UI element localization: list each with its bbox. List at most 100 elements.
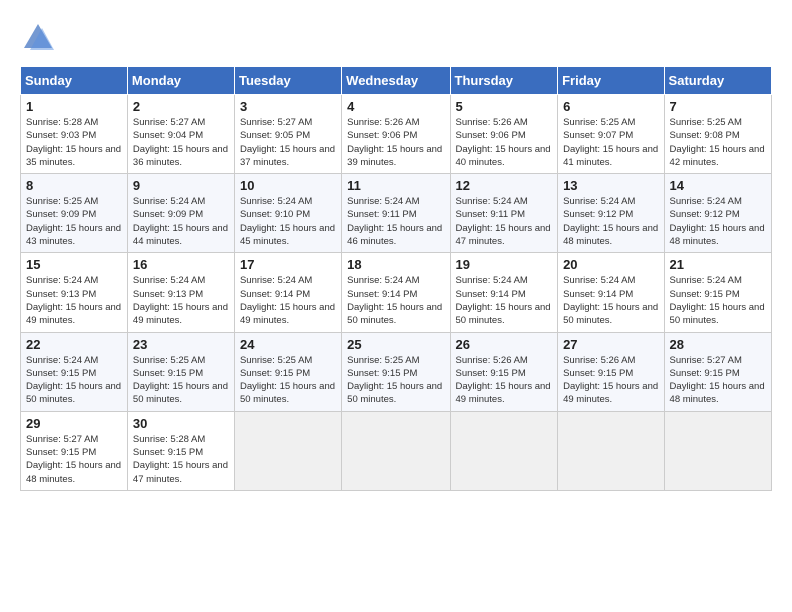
header-tuesday: Tuesday xyxy=(234,67,341,95)
day-number: 27 xyxy=(563,337,658,352)
calendar-week-3: 15 Sunrise: 5:24 AM Sunset: 9:13 PM Dayl… xyxy=(21,253,772,332)
header-thursday: Thursday xyxy=(450,67,558,95)
calendar-cell: 29 Sunrise: 5:27 AM Sunset: 9:15 PM Dayl… xyxy=(21,411,128,490)
day-number: 14 xyxy=(670,178,766,193)
calendar-cell: 23 Sunrise: 5:25 AM Sunset: 9:15 PM Dayl… xyxy=(127,332,234,411)
day-number: 1 xyxy=(26,99,122,114)
calendar-cell: 15 Sunrise: 5:24 AM Sunset: 9:13 PM Dayl… xyxy=(21,253,128,332)
day-number: 2 xyxy=(133,99,229,114)
calendar-cell: 25 Sunrise: 5:25 AM Sunset: 9:15 PM Dayl… xyxy=(342,332,450,411)
calendar-cell: 13 Sunrise: 5:24 AM Sunset: 9:12 PM Dayl… xyxy=(558,174,664,253)
header-sunday: Sunday xyxy=(21,67,128,95)
day-number: 3 xyxy=(240,99,336,114)
calendar-week-5: 29 Sunrise: 5:27 AM Sunset: 9:15 PM Dayl… xyxy=(21,411,772,490)
calendar-header-row: SundayMondayTuesdayWednesdayThursdayFrid… xyxy=(21,67,772,95)
day-number: 5 xyxy=(456,99,553,114)
calendar-cell: 30 Sunrise: 5:28 AM Sunset: 9:15 PM Dayl… xyxy=(127,411,234,490)
calendar-cell: 28 Sunrise: 5:27 AM Sunset: 9:15 PM Dayl… xyxy=(664,332,771,411)
calendar-cell: 12 Sunrise: 5:24 AM Sunset: 9:11 PM Dayl… xyxy=(450,174,558,253)
day-info: Sunrise: 5:26 AM Sunset: 9:15 PM Dayligh… xyxy=(563,354,658,407)
calendar-cell xyxy=(558,411,664,490)
day-info: Sunrise: 5:25 AM Sunset: 9:15 PM Dayligh… xyxy=(347,354,444,407)
day-number: 9 xyxy=(133,178,229,193)
calendar-cell: 17 Sunrise: 5:24 AM Sunset: 9:14 PM Dayl… xyxy=(234,253,341,332)
calendar-cell: 24 Sunrise: 5:25 AM Sunset: 9:15 PM Dayl… xyxy=(234,332,341,411)
day-info: Sunrise: 5:26 AM Sunset: 9:06 PM Dayligh… xyxy=(347,116,444,169)
calendar-cell: 11 Sunrise: 5:24 AM Sunset: 9:11 PM Dayl… xyxy=(342,174,450,253)
day-info: Sunrise: 5:27 AM Sunset: 9:04 PM Dayligh… xyxy=(133,116,229,169)
day-info: Sunrise: 5:24 AM Sunset: 9:10 PM Dayligh… xyxy=(240,195,336,248)
day-info: Sunrise: 5:24 AM Sunset: 9:14 PM Dayligh… xyxy=(456,274,553,327)
day-info: Sunrise: 5:25 AM Sunset: 9:08 PM Dayligh… xyxy=(670,116,766,169)
header-saturday: Saturday xyxy=(664,67,771,95)
calendar-table: SundayMondayTuesdayWednesdayThursdayFrid… xyxy=(20,66,772,491)
day-number: 23 xyxy=(133,337,229,352)
header-wednesday: Wednesday xyxy=(342,67,450,95)
day-info: Sunrise: 5:24 AM Sunset: 9:11 PM Dayligh… xyxy=(347,195,444,248)
calendar-cell: 3 Sunrise: 5:27 AM Sunset: 9:05 PM Dayli… xyxy=(234,95,341,174)
day-info: Sunrise: 5:24 AM Sunset: 9:14 PM Dayligh… xyxy=(563,274,658,327)
day-number: 15 xyxy=(26,257,122,272)
calendar-cell: 2 Sunrise: 5:27 AM Sunset: 9:04 PM Dayli… xyxy=(127,95,234,174)
header-friday: Friday xyxy=(558,67,664,95)
day-number: 17 xyxy=(240,257,336,272)
day-number: 7 xyxy=(670,99,766,114)
day-number: 6 xyxy=(563,99,658,114)
calendar-cell: 4 Sunrise: 5:26 AM Sunset: 9:06 PM Dayli… xyxy=(342,95,450,174)
day-number: 26 xyxy=(456,337,553,352)
calendar-cell: 19 Sunrise: 5:24 AM Sunset: 9:14 PM Dayl… xyxy=(450,253,558,332)
day-info: Sunrise: 5:24 AM Sunset: 9:11 PM Dayligh… xyxy=(456,195,553,248)
day-info: Sunrise: 5:27 AM Sunset: 9:15 PM Dayligh… xyxy=(26,433,122,486)
day-number: 28 xyxy=(670,337,766,352)
day-info: Sunrise: 5:24 AM Sunset: 9:12 PM Dayligh… xyxy=(563,195,658,248)
calendar-cell: 7 Sunrise: 5:25 AM Sunset: 9:08 PM Dayli… xyxy=(664,95,771,174)
day-number: 19 xyxy=(456,257,553,272)
day-number: 24 xyxy=(240,337,336,352)
calendar-week-2: 8 Sunrise: 5:25 AM Sunset: 9:09 PM Dayli… xyxy=(21,174,772,253)
day-number: 20 xyxy=(563,257,658,272)
calendar-week-4: 22 Sunrise: 5:24 AM Sunset: 9:15 PM Dayl… xyxy=(21,332,772,411)
calendar-cell: 18 Sunrise: 5:24 AM Sunset: 9:14 PM Dayl… xyxy=(342,253,450,332)
calendar-cell: 20 Sunrise: 5:24 AM Sunset: 9:14 PM Dayl… xyxy=(558,253,664,332)
calendar-cell: 27 Sunrise: 5:26 AM Sunset: 9:15 PM Dayl… xyxy=(558,332,664,411)
day-info: Sunrise: 5:27 AM Sunset: 9:15 PM Dayligh… xyxy=(670,354,766,407)
day-number: 21 xyxy=(670,257,766,272)
day-number: 4 xyxy=(347,99,444,114)
calendar-cell xyxy=(234,411,341,490)
day-number: 11 xyxy=(347,178,444,193)
header-monday: Monday xyxy=(127,67,234,95)
calendar-cell: 5 Sunrise: 5:26 AM Sunset: 9:06 PM Dayli… xyxy=(450,95,558,174)
day-info: Sunrise: 5:25 AM Sunset: 9:07 PM Dayligh… xyxy=(563,116,658,169)
day-number: 8 xyxy=(26,178,122,193)
calendar-cell xyxy=(450,411,558,490)
day-info: Sunrise: 5:24 AM Sunset: 9:09 PM Dayligh… xyxy=(133,195,229,248)
day-number: 29 xyxy=(26,416,122,431)
day-info: Sunrise: 5:26 AM Sunset: 9:06 PM Dayligh… xyxy=(456,116,553,169)
calendar-cell: 8 Sunrise: 5:25 AM Sunset: 9:09 PM Dayli… xyxy=(21,174,128,253)
day-number: 10 xyxy=(240,178,336,193)
calendar-cell: 16 Sunrise: 5:24 AM Sunset: 9:13 PM Dayl… xyxy=(127,253,234,332)
day-info: Sunrise: 5:25 AM Sunset: 9:15 PM Dayligh… xyxy=(240,354,336,407)
day-number: 16 xyxy=(133,257,229,272)
day-info: Sunrise: 5:28 AM Sunset: 9:03 PM Dayligh… xyxy=(26,116,122,169)
day-number: 22 xyxy=(26,337,122,352)
calendar-cell: 22 Sunrise: 5:24 AM Sunset: 9:15 PM Dayl… xyxy=(21,332,128,411)
calendar-cell: 21 Sunrise: 5:24 AM Sunset: 9:15 PM Dayl… xyxy=(664,253,771,332)
page-header xyxy=(20,20,772,56)
calendar-cell: 6 Sunrise: 5:25 AM Sunset: 9:07 PM Dayli… xyxy=(558,95,664,174)
logo xyxy=(20,20,60,56)
day-info: Sunrise: 5:27 AM Sunset: 9:05 PM Dayligh… xyxy=(240,116,336,169)
calendar-cell: 14 Sunrise: 5:24 AM Sunset: 9:12 PM Dayl… xyxy=(664,174,771,253)
calendar-cell xyxy=(342,411,450,490)
day-number: 18 xyxy=(347,257,444,272)
day-number: 30 xyxy=(133,416,229,431)
day-number: 13 xyxy=(563,178,658,193)
day-info: Sunrise: 5:24 AM Sunset: 9:13 PM Dayligh… xyxy=(26,274,122,327)
logo-icon xyxy=(20,20,56,56)
calendar-cell xyxy=(664,411,771,490)
day-info: Sunrise: 5:25 AM Sunset: 9:09 PM Dayligh… xyxy=(26,195,122,248)
calendar-cell: 1 Sunrise: 5:28 AM Sunset: 9:03 PM Dayli… xyxy=(21,95,128,174)
calendar-week-1: 1 Sunrise: 5:28 AM Sunset: 9:03 PM Dayli… xyxy=(21,95,772,174)
day-info: Sunrise: 5:25 AM Sunset: 9:15 PM Dayligh… xyxy=(133,354,229,407)
day-number: 12 xyxy=(456,178,553,193)
